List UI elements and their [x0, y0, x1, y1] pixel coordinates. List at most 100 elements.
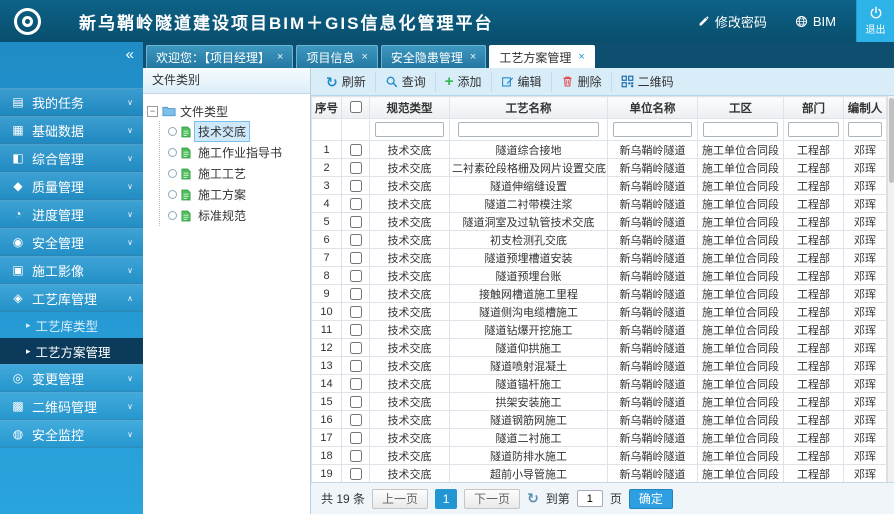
row-checkbox[interactable] — [349, 269, 362, 282]
row-checkbox[interactable] — [349, 359, 362, 372]
filter-area-input[interactable] — [703, 122, 778, 137]
table-row[interactable]: 18 技术交底 隧道防排水施工 新乌鞘岭隧道 施工单位合同段 工程部 邓珲 — [311, 446, 887, 465]
table-row[interactable]: 16 技术交底 隧道钢筋网施工 新乌鞘岭隧道 施工单位合同段 工程部 邓珲 — [311, 410, 887, 429]
sidebar-subitem[interactable]: ▸ 工艺方案管理 — [0, 338, 143, 364]
sidebar-item[interactable]: ▣ 施工影像 ∨ — [0, 256, 143, 284]
tab-close-icon[interactable]: × — [578, 51, 584, 63]
delete-button[interactable]: 删除 — [552, 71, 612, 92]
row-checkbox[interactable] — [349, 251, 362, 264]
radio-icon[interactable] — [168, 190, 177, 199]
refresh-button[interactable]: ↻ 刷新 — [317, 71, 376, 92]
row-checkbox[interactable] — [349, 449, 362, 462]
sidebar-item[interactable]: ◈ 工艺库管理 ∧ — [0, 284, 143, 312]
sidebar-collapse-button[interactable]: « — [126, 47, 134, 62]
current-page-button[interactable]: 1 — [435, 488, 458, 509]
table-row[interactable]: 7 技术交底 隧道预埋槽道安装 新乌鞘岭隧道 施工单位合同段 工程部 邓珲 — [311, 248, 887, 267]
col-header-area: 工区 — [697, 96, 784, 119]
tab-item[interactable]: 工艺方案管理 × — [489, 45, 595, 68]
scrollbar-thumb[interactable] — [889, 98, 894, 183]
sidebar-subitem[interactable]: ▸ 工艺库类型 — [0, 312, 143, 338]
table-row[interactable]: 4 技术交底 隧道二衬带模注浆 新乌鞘岭隧道 施工单位合同段 工程部 邓珲 — [311, 194, 887, 213]
row-checkbox[interactable] — [349, 431, 362, 444]
tab-item[interactable]: 安全隐患管理 × — [380, 45, 487, 68]
app-title: 新乌鞘岭隧道建设项目BIM＋GIS信息化管理平台 — [79, 13, 494, 33]
table-row[interactable]: 11 技术交底 隧道钻爆开挖施工 新乌鞘岭隧道 施工单位合同段 工程部 邓珲 — [311, 320, 887, 339]
tab-item[interactable]: 欢迎您：【项目经理】 × — [146, 45, 294, 68]
next-page-button[interactable]: 下一页 — [464, 488, 521, 509]
table-row[interactable]: 19 技术交底 超前小导管施工 新乌鞘岭隧道 施工单位合同段 工程部 邓珲 — [311, 464, 887, 482]
table-row[interactable]: 17 技术交底 隧道二衬施工 新乌鞘岭隧道 施工单位合同段 工程部 邓珲 — [311, 428, 887, 447]
sidebar-item[interactable]: ▤ 我的任务 ∨ — [0, 88, 143, 116]
vertical-scrollbar[interactable] — [887, 96, 894, 482]
search-button[interactable]: 查询 — [376, 71, 436, 92]
radio-icon[interactable] — [168, 211, 177, 220]
row-checkbox[interactable] — [349, 305, 362, 318]
tree-collapse-toggle-icon[interactable]: − — [147, 105, 158, 117]
prev-page-button[interactable]: 上一页 — [372, 488, 429, 509]
table-row[interactable]: 14 技术交底 隧道锚杆施工 新乌鞘岭隧道 施工单位合同段 工程部 邓珲 — [311, 374, 887, 393]
radio-icon[interactable] — [168, 127, 177, 136]
row-checkbox[interactable] — [349, 215, 362, 228]
row-checkbox[interactable] — [349, 197, 362, 210]
row-checkbox[interactable] — [349, 377, 362, 390]
row-area: 施工单位合同段 — [697, 392, 784, 411]
sidebar-item[interactable]: ▩ 二维码管理 ∨ — [0, 392, 143, 420]
reload-icon[interactable]: ↻ — [527, 490, 539, 507]
sidebar-item[interactable]: ◉ 安全管理 ∨ — [0, 228, 143, 256]
table-row[interactable]: 9 技术交底 接触网槽道施工里程 新乌鞘岭隧道 施工单位合同段 工程部 邓珲 — [311, 284, 887, 303]
tree-root-node[interactable]: − 文件类型 — [147, 101, 306, 121]
tree-item[interactable]: 施工作业指导书 — [160, 142, 306, 163]
row-checkbox[interactable] — [349, 413, 362, 426]
table-row[interactable]: 6 技术交底 初支检测孔交底 新乌鞘岭隧道 施工单位合同段 工程部 邓珲 — [311, 230, 887, 249]
sidebar-item[interactable]: ▦ 基础数据 ∨ — [0, 116, 143, 144]
tab-item[interactable]: 项目信息 × — [296, 45, 378, 68]
row-checkbox[interactable] — [349, 179, 362, 192]
row-checkbox[interactable] — [349, 323, 362, 336]
filter-name-input[interactable] — [458, 122, 599, 137]
filter-unit-input[interactable] — [613, 122, 692, 137]
confirm-button[interactable]: 确定 — [628, 488, 673, 509]
radio-icon[interactable] — [168, 169, 177, 178]
table-row[interactable]: 15 技术交底 拱架安装施工 新乌鞘岭隧道 施工单位合同段 工程部 邓珲 — [311, 392, 887, 411]
sidebar-item[interactable]: ◎ 变更管理 ∨ — [0, 364, 143, 392]
table-row[interactable]: 5 技术交底 隧道洞室及过轨管技术交底 新乌鞘岭隧道 施工单位合同段 工程部 邓珲 — [311, 212, 887, 231]
change-password-button[interactable]: 修改密码 — [698, 12, 767, 31]
bim-button[interactable]: BIM — [795, 14, 836, 29]
tab-close-icon[interactable]: × — [470, 51, 476, 63]
tree-item[interactable]: 标准规范 — [160, 205, 306, 226]
add-button[interactable]: + 添加 — [436, 71, 492, 92]
tree-item[interactable]: 施工工艺 — [160, 163, 306, 184]
tab-close-icon[interactable]: × — [277, 51, 283, 63]
sidebar-item[interactable]: ◧ 综合管理 ∨ — [0, 144, 143, 172]
row-checkbox[interactable] — [349, 143, 362, 156]
sidebar-item[interactable]: ◆ 质量管理 ∨ — [0, 172, 143, 200]
table-row[interactable]: 12 技术交底 隧道仰拱施工 新乌鞘岭隧道 施工单位合同段 工程部 邓珲 — [311, 338, 887, 357]
sidebar-item[interactable]: ◔ 进度管理 ∨ — [0, 200, 143, 228]
sidebar-item[interactable]: ◍ 安全监控 ∨ — [0, 420, 143, 448]
table-row[interactable]: 13 技术交底 隧道喷射混凝土 新乌鞘岭隧道 施工单位合同段 工程部 邓珲 — [311, 356, 887, 375]
table-row[interactable]: 1 技术交底 隧道综合接地 新乌鞘岭隧道 施工单位合同段 工程部 邓珲 — [311, 140, 887, 159]
radio-icon[interactable] — [168, 148, 177, 157]
table-row[interactable]: 2 技术交底 二衬素砼段格栅及网片设置交底 新乌鞘岭隧道 施工单位合同段 工程部 邓珲 — [311, 158, 887, 177]
table-row[interactable]: 10 技术交底 隧道侧沟电缆槽施工 新乌鞘岭隧道 施工单位合同段 工程部 邓珲 — [311, 302, 887, 321]
filter-dept-input[interactable] — [788, 122, 839, 137]
row-checkbox[interactable] — [349, 467, 362, 480]
tab-close-icon[interactable]: × — [361, 51, 367, 63]
edit-button[interactable]: 编辑 — [492, 71, 552, 92]
filter-author-input[interactable] — [847, 122, 883, 137]
row-checkbox[interactable] — [349, 395, 362, 408]
goto-page-input[interactable] — [576, 490, 603, 507]
tree-item[interactable]: 技术交底 — [160, 121, 306, 142]
logout-button[interactable]: 退出 — [856, 0, 894, 42]
table-row[interactable]: 3 技术交底 隧道伸缩缝设置 新乌鞘岭隧道 施工单位合同段 工程部 邓珲 — [311, 176, 887, 195]
row-checkbox[interactable] — [349, 341, 362, 354]
select-all-checkbox[interactable] — [349, 101, 362, 114]
filter-type-input[interactable] — [375, 122, 444, 137]
tree-item[interactable]: 施工方案 — [160, 184, 306, 205]
row-unit: 新乌鞘岭隧道 — [607, 266, 698, 285]
row-checkbox[interactable] — [349, 161, 362, 174]
row-checkbox[interactable] — [349, 233, 362, 246]
qrcode-button[interactable]: 二维码 — [612, 72, 683, 92]
table-row[interactable]: 8 技术交底 隧道预埋台账 新乌鞘岭隧道 施工单位合同段 工程部 邓珲 — [311, 266, 887, 285]
row-checkbox[interactable] — [349, 287, 362, 300]
